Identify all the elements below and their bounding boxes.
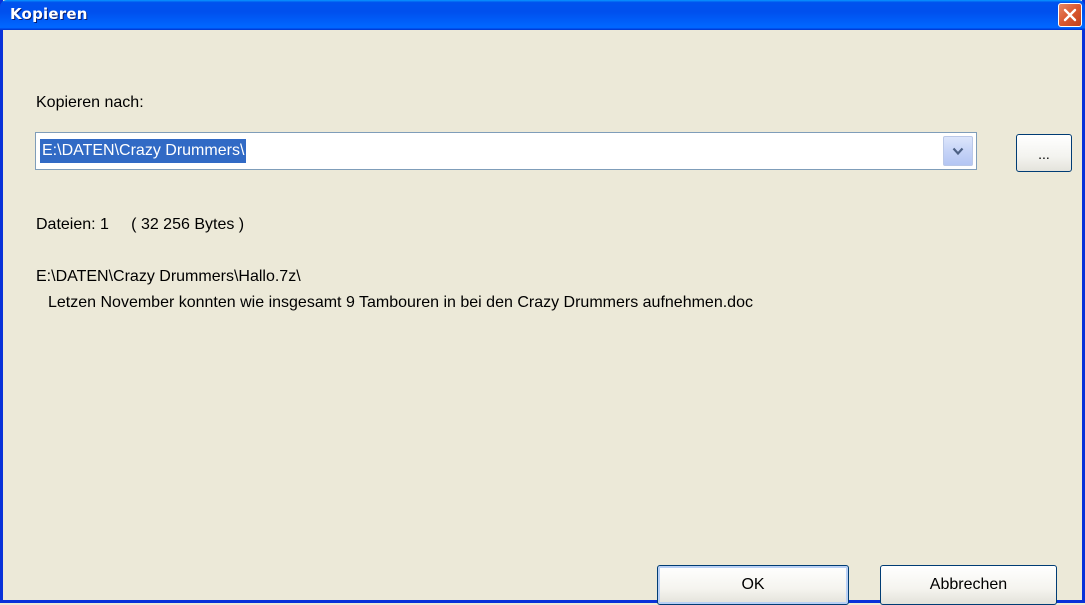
copy-dialog: Kopieren Kopieren nach: E:\DATEN\Crazy D…: [0, 0, 1085, 603]
ok-button[interactable]: OK: [657, 565, 849, 605]
close-x-icon: [1063, 8, 1077, 22]
files-summary: Dateien: 1 ( 32 256 Bytes ): [36, 216, 245, 233]
destination-combobox[interactable]: E:\DATEN\Crazy Drummers\: [35, 132, 977, 170]
window-title: Kopieren: [10, 5, 88, 23]
title-bar[interactable]: Kopieren: [0, 0, 1085, 30]
source-path: E:\DATEN\Crazy Drummers\Hallo.7z\: [36, 268, 301, 285]
cancel-button[interactable]: Abbrechen: [880, 565, 1057, 605]
dropdown-button[interactable]: [943, 136, 973, 166]
chevron-down-icon: [952, 147, 964, 156]
close-button[interactable]: [1058, 3, 1082, 27]
browse-button[interactable]: ...: [1016, 134, 1072, 172]
copy-to-label: Kopieren nach:: [36, 94, 144, 111]
destination-input[interactable]: E:\DATEN\Crazy Drummers\: [40, 139, 247, 163]
source-file: Letzen November konnten wie insgesamt 9 …: [48, 294, 753, 311]
